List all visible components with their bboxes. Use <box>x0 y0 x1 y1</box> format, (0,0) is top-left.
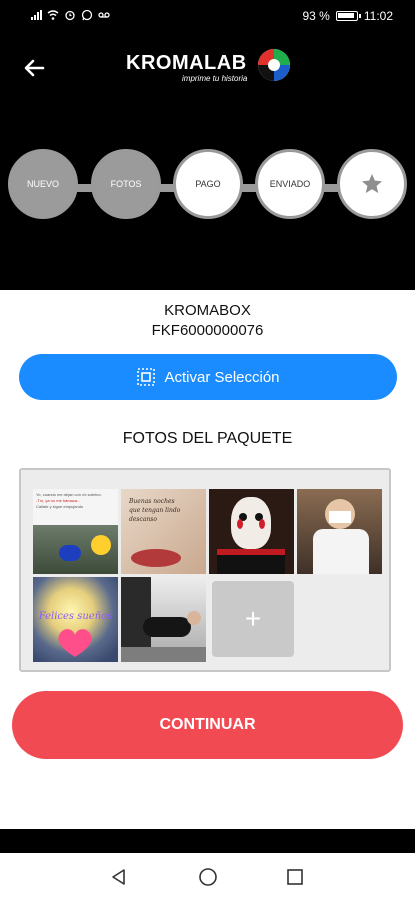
greeting-text: Felices sueños <box>38 611 113 622</box>
activate-selection-button[interactable]: Activar Selección <box>19 354 397 400</box>
package-code: FKF6000000076 <box>151 322 264 339</box>
app-header: KROMALAB imprime tu historia NUEVO FOTOS… <box>0 34 415 290</box>
voicemail-icon <box>98 12 110 18</box>
script-line: Buenas noches <box>129 498 175 505</box>
wifi-icon <box>47 10 59 20</box>
heart-icon <box>58 629 92 657</box>
photo-thumbnail[interactable]: Yo, cuando me dejan con mi sobrino: -Tío… <box>33 489 118 574</box>
clock: 11:02 <box>363 9 393 23</box>
script-line: que tengan lindo <box>129 507 181 514</box>
photo-thumbnail[interactable] <box>121 577 206 662</box>
script-line: descanso <box>129 516 157 523</box>
continue-label: CONTINUAR <box>159 716 256 733</box>
step-fotos: FOTOS <box>91 149 161 219</box>
square-recents-icon <box>287 869 303 885</box>
nav-home-button[interactable] <box>196 865 220 889</box>
step-star <box>337 149 407 219</box>
aperture-icon <box>258 49 290 81</box>
step-enviado: ENVIADO <box>255 149 325 219</box>
status-icons-left <box>30 9 110 21</box>
step-label: NUEVO <box>26 179 59 189</box>
battery-percent: 93 % <box>302 9 330 23</box>
circle-home-icon <box>199 868 217 886</box>
person-head <box>187 611 201 625</box>
puppet-suit <box>217 549 285 574</box>
activate-selection-label: Activar Selección <box>164 368 280 386</box>
child-shirt <box>313 529 369 574</box>
bottom-black-bar <box>0 829 415 853</box>
puppet-cheek <box>237 519 243 529</box>
arrow-left-icon <box>24 59 45 77</box>
photo-grid: Yo, cuando me dejan con mi sobrino: -Tío… <box>19 468 391 672</box>
triangle-back-icon <box>112 869 125 885</box>
emoji-icon <box>91 535 111 555</box>
nav-recents-button[interactable] <box>283 865 307 889</box>
photo-thumbnail[interactable] <box>209 489 294 574</box>
alarm-icon <box>65 10 75 21</box>
script-text: Buenas noches que tengan lindo descanso <box>129 497 201 524</box>
package-name: KROMABOX <box>164 302 251 319</box>
photo-thumbnail[interactable] <box>297 489 382 574</box>
battery-icon <box>335 11 361 21</box>
star-icon <box>362 174 382 193</box>
add-photo-button[interactable]: + <box>212 581 294 657</box>
status-bar: 93 % 11:02 <box>0 0 415 34</box>
logo-tagline: imprime tu historia <box>182 74 248 83</box>
step-label: PAGO <box>195 179 221 189</box>
whatsapp-icon <box>81 9 93 21</box>
puppet-cheek <box>259 519 265 529</box>
package-title: KROMABOX FKF6000000076 <box>0 301 415 341</box>
continue-button[interactable]: CONTINUAR <box>12 691 403 759</box>
signal-icon <box>31 10 42 20</box>
meme-caption-line: Callate y sigue empujando <box>36 504 84 509</box>
kromalab-logo: KROMALAB imprime tu historia <box>126 48 291 88</box>
step-pago: PAGO <box>173 149 243 219</box>
photo-thumbnail[interactable]: Buenas noches que tengan lindo descanso <box>121 489 206 574</box>
photos-section-title: FOTOS DEL PAQUETE <box>122 430 293 447</box>
toy-bike <box>59 545 81 561</box>
logo-name: KROMALAB <box>126 52 247 74</box>
system-navigation-bar <box>0 853 415 900</box>
order-progress-steps: NUEVO FOTOS PAGO ENVIADO <box>0 149 415 219</box>
floor <box>121 647 206 662</box>
nav-back-button[interactable] <box>107 865 131 889</box>
person-figure <box>143 617 191 637</box>
back-button[interactable] <box>18 52 50 84</box>
selection-icon <box>137 368 156 386</box>
face-mask <box>329 511 351 523</box>
step-label: ENVIADO <box>269 179 311 189</box>
status-icons-right: 93 % 11:02 <box>303 9 394 23</box>
meme-caption: Yo, cuando me dejan con mi sobrino: -Tío… <box>36 492 114 510</box>
lips-shape <box>131 549 181 567</box>
step-label: FOTOS <box>110 179 142 189</box>
plus-icon: + <box>244 603 262 634</box>
step-nuevo: NUEVO <box>8 149 78 219</box>
photo-thumbnail[interactable]: Felices sueños <box>33 577 118 662</box>
